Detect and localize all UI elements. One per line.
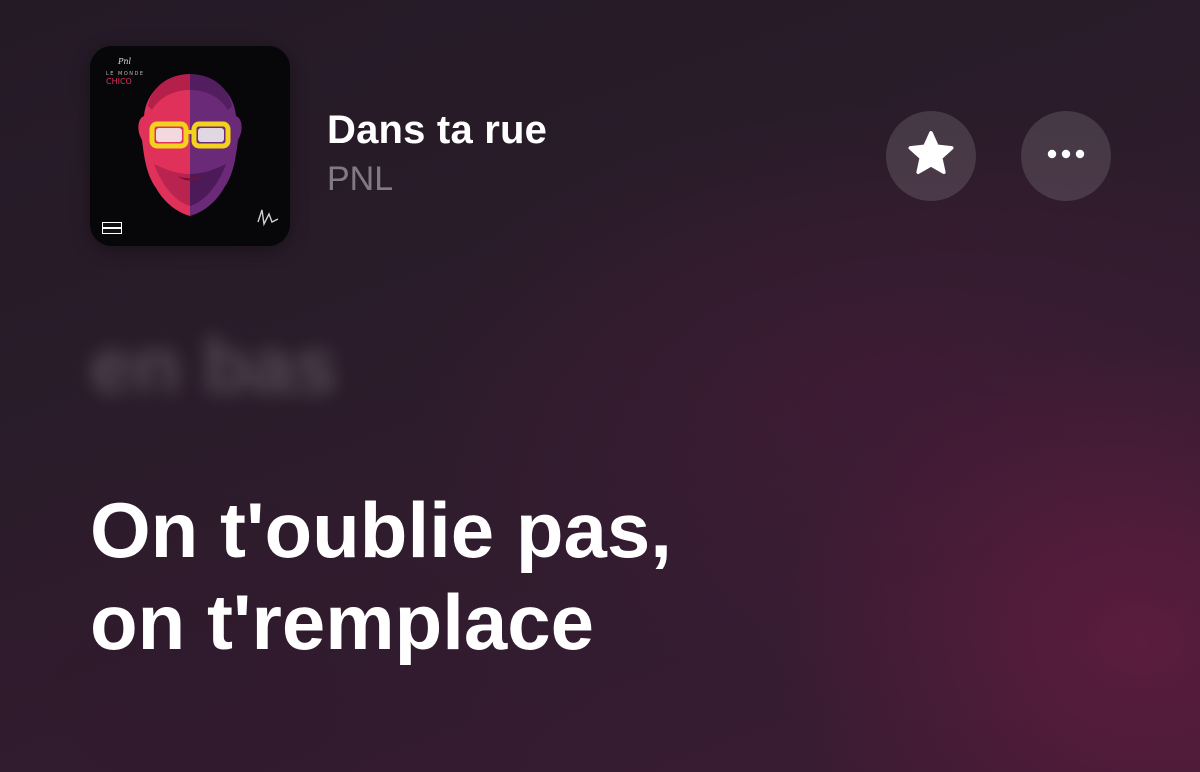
album-cover-illustration: Pnl LE MONDE CHICO (90, 46, 290, 246)
lyric-line-previous[interactable]: en bas (90, 320, 337, 411)
now-playing-header: Pnl LE MONDE CHICO Dans ta rue PNL (0, 0, 1200, 260)
lyric-current-line-1: On t'oublie pas, (90, 486, 672, 574)
track-artist[interactable]: PNL (327, 160, 393, 199)
lyric-line-current[interactable]: On t'oublie pas, on t'remplace (90, 484, 672, 668)
lyric-current-line-2: on t'remplace (90, 578, 595, 666)
star-icon (904, 127, 958, 186)
svg-text:CHICO: CHICO (106, 77, 132, 86)
more-options-button[interactable] (1021, 111, 1111, 201)
more-options-icon (1044, 147, 1088, 165)
track-title[interactable]: Dans ta rue (327, 108, 547, 153)
album-art[interactable]: Pnl LE MONDE CHICO (90, 46, 290, 246)
favorite-button[interactable] (886, 111, 976, 201)
svg-text:Pnl: Pnl (117, 57, 132, 66)
